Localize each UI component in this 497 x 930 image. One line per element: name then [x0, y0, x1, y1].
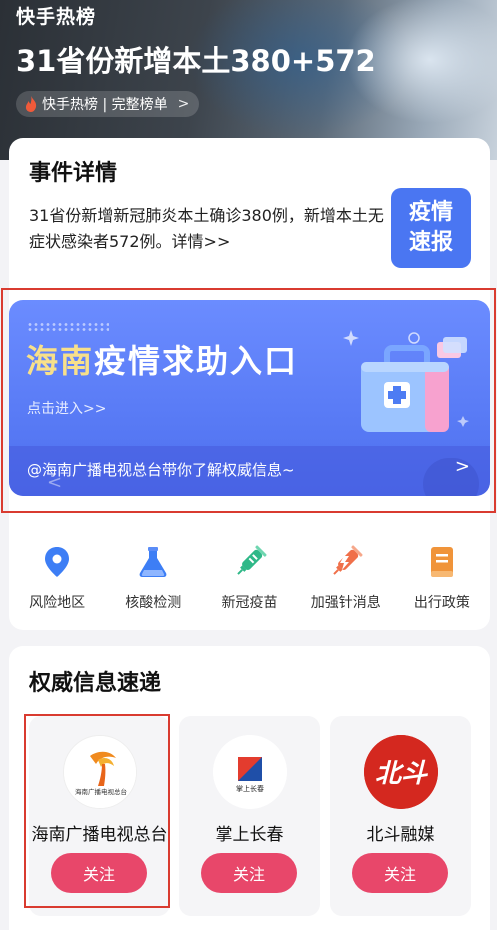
- quick-nav-label: 风险地区: [29, 595, 86, 611]
- media-card-changchun[interactable]: 掌上长春 掌上长春 关注: [179, 716, 320, 916]
- authority-title: 权威信息速递: [29, 671, 162, 696]
- location-pin-icon: [45, 547, 70, 577]
- hero-source-title: 快手热榜: [16, 6, 97, 28]
- highlight-box-media: [24, 714, 170, 908]
- hero-headline: 31省份新增本土380+572: [16, 44, 376, 78]
- avatar: 掌上长春: [213, 735, 287, 809]
- syringe-icon: [236, 545, 267, 575]
- beidou-logo-icon: 北斗: [364, 735, 438, 809]
- epidemic-report-line1: 疫情: [408, 200, 453, 225]
- quick-nav-nucleic-test[interactable]: 核酸检测: [105, 530, 201, 622]
- quick-nav-label: 加强针消息: [310, 595, 381, 611]
- epidemic-report-line2: 速报: [408, 230, 453, 255]
- quick-nav-label: 新冠疫苗: [221, 595, 278, 611]
- beidou-logo-text: 北斗: [375, 759, 428, 789]
- quick-nav-label: 出行政策: [413, 595, 470, 611]
- flame-icon: [25, 96, 37, 112]
- media-card-beidou[interactable]: 北斗 北斗融媒 关注: [330, 716, 471, 916]
- follow-button[interactable]: 关注: [352, 853, 448, 893]
- epidemic-report-button[interactable]: 疫情 速报: [391, 188, 471, 268]
- flask-icon: [139, 547, 167, 577]
- booster-syringe-icon: [332, 545, 363, 575]
- quick-nav-risk-area[interactable]: 风险地区: [9, 530, 105, 622]
- changchun-logo-text: 掌上长春: [236, 784, 264, 793]
- hot-list-chip[interactable]: 快手热榜 | 完整榜单 >: [16, 91, 200, 117]
- follow-button[interactable]: 关注: [201, 853, 297, 893]
- quick-nav-vaccine[interactable]: 新冠疫苗: [201, 530, 297, 622]
- quick-nav-booster[interactable]: 加强针消息: [298, 530, 394, 622]
- chevron-right-icon: >: [177, 96, 190, 112]
- changchun-logo-icon: 掌上长春: [213, 735, 287, 809]
- avatar: 北斗: [364, 735, 438, 809]
- event-title: 事件详情: [29, 161, 118, 186]
- quick-nav: 风险地区 核酸检测 新冠疫苗 加强针消息 出行政策: [9, 530, 490, 622]
- media-name: 北斗融媒: [366, 825, 435, 845]
- highlight-box-banner: [1, 288, 496, 513]
- quick-nav-travel-policy[interactable]: 出行政策: [394, 530, 490, 622]
- quick-nav-label: 核酸检测: [125, 595, 182, 611]
- hot-list-chip-label: 快手热榜 | 完整榜单: [42, 97, 168, 113]
- media-name: 掌上长春: [215, 825, 284, 845]
- event-description[interactable]: 31省份新增新冠肺炎本土确诊380例，新增本土无症状感染者572例。详情>>: [29, 203, 389, 255]
- document-icon: [430, 547, 453, 577]
